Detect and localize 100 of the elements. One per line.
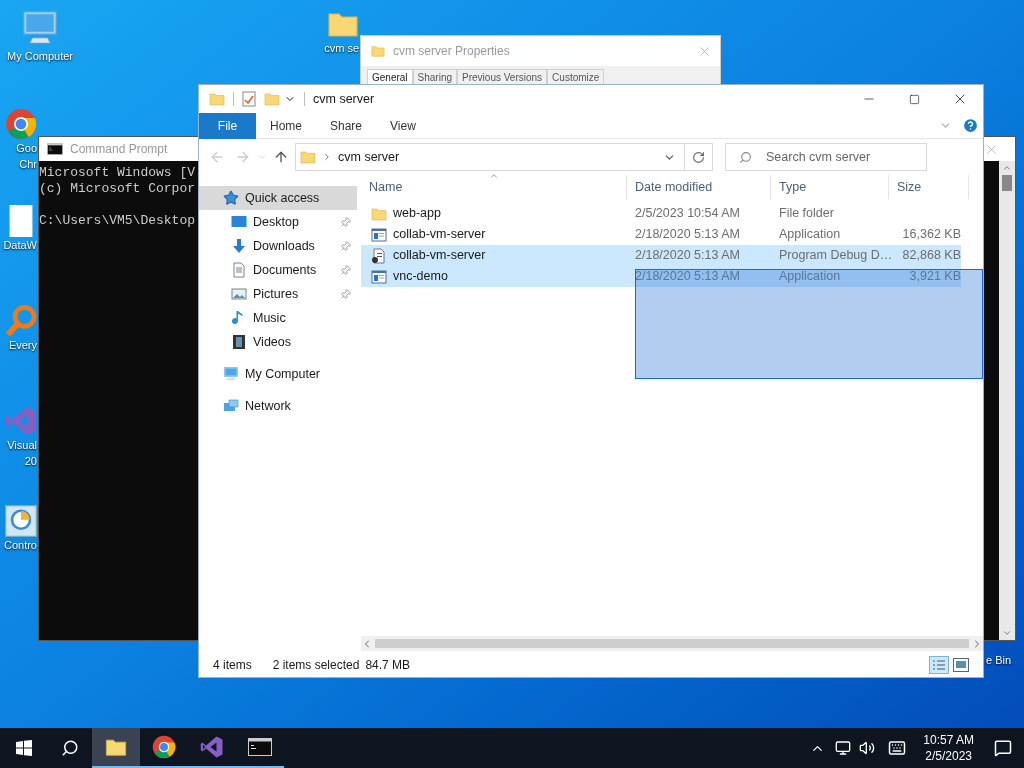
folder-icon [371, 44, 385, 58]
file-row[interactable]: collab-vm-server 2/18/2020 5:13 AM Application 16,362 KB [361, 224, 961, 245]
chrome-shortcut-icon [5, 108, 37, 140]
picture-frame-icon [231, 286, 247, 302]
magnifier-icon [5, 305, 37, 337]
clock-time[interactable]: 10:57 AM [923, 732, 974, 748]
network-icon[interactable] [835, 740, 852, 756]
type-cell-text: Application [778, 268, 842, 286]
dialog-tab[interactable]: Sharing [412, 69, 458, 84]
scroll-thumb[interactable] [1002, 175, 1012, 191]
thumbnail-view-icon[interactable] [953, 658, 969, 672]
nav-item[interactable]: Downloads [199, 234, 357, 258]
nav-item[interactable]: Videos [199, 330, 357, 354]
terminal-icon [248, 738, 272, 756]
item-count: 4 items [213, 657, 252, 674]
help-icon[interactable] [962, 117, 979, 134]
application-icon [371, 268, 387, 285]
desktop-icon-label[interactable]: e Bin [986, 652, 1012, 668]
computer-icon [223, 366, 239, 382]
vertical-scrollbar[interactable] [999, 161, 1015, 640]
nav-item[interactable]: Music [199, 306, 357, 330]
file-row[interactable]: collab-vm-server 2/18/2020 5:13 AM Program Debug D… 82,868 KB [361, 245, 961, 266]
nav-item[interactable]: Quick access [199, 186, 357, 210]
dialog-tab[interactable]: Customize [547, 69, 605, 84]
folder-icon [104, 736, 128, 758]
size-cell-text: 16,362 KB [901, 226, 961, 244]
dialog-tab[interactable]: General [367, 69, 413, 84]
search-icon[interactable] [61, 739, 79, 757]
nav-item[interactable]: Network [199, 394, 357, 418]
star-icon [223, 190, 239, 206]
date-cell-text: 2/18/2020 5:13 AM [634, 226, 741, 244]
studio-shortcut-icon [5, 405, 37, 437]
console-line: Microsoft Windows [V [39, 165, 196, 181]
selection-count: 2 items selected [272, 657, 360, 674]
file-name: vnc-demo [393, 268, 448, 286]
ribbon-tab[interactable]: View [376, 112, 430, 139]
console-line: (c) Microsoft Corpor [39, 181, 196, 197]
properties-check-icon[interactable] [242, 91, 256, 107]
folder-icon [371, 205, 387, 222]
size-cell-text: 82,868 KB [901, 247, 961, 265]
file-name: collab-vm-server [393, 226, 486, 244]
column-header[interactable]: Size [889, 175, 969, 199]
clock-date[interactable]: 2/5/2023 [925, 748, 972, 764]
taskbar-app[interactable] [92, 728, 140, 768]
volume-icon[interactable] [859, 740, 876, 756]
breadcrumb-chevron-icon [322, 152, 332, 162]
folder-icon [209, 91, 225, 107]
type-cell-text: Application [778, 226, 842, 244]
folder-icon [300, 149, 316, 165]
date-cell-text: 2/18/2020 5:13 AM [634, 247, 741, 265]
file-row[interactable]: vnc-demo 2/18/2020 5:13 AM Application 3,921 KB [361, 266, 961, 287]
desktop-icon [231, 214, 247, 230]
horizontal-scrollbar[interactable] [361, 636, 983, 651]
breadcrumb-item[interactable]: cvm server [338, 147, 400, 167]
column-header[interactable]: Type [771, 175, 889, 199]
desktop-icon-label[interactable]: Contro [3, 537, 37, 553]
windows-logo-icon[interactable] [16, 740, 32, 756]
document-icon [231, 262, 247, 278]
up-icon[interactable] [273, 149, 289, 165]
ribbon-tab[interactable]: Share [316, 112, 377, 139]
type-cell-text: Program Debug D… [778, 247, 889, 265]
scroll-thumb[interactable] [375, 639, 969, 648]
application-icon [371, 226, 387, 243]
nav-item[interactable]: Pictures [199, 282, 357, 306]
new-folder-icon [264, 91, 280, 107]
window-title: Command Prompt [70, 141, 168, 158]
address-bar[interactable]: cvm server [295, 143, 713, 171]
date-cell-text: 2/5/2023 10:54 AM [634, 205, 741, 223]
date-cell-text: 2/18/2020 5:13 AM [634, 268, 741, 286]
dialog-title: cvm server Properties [393, 43, 511, 60]
nav-item[interactable]: My Computer [199, 362, 357, 386]
type-cell-text: File folder [778, 205, 835, 223]
column-header[interactable]: Name [361, 175, 627, 199]
maximize-icon[interactable] [909, 93, 920, 105]
file-row[interactable]: web-app 2/5/2023 10:54 AM File folder [361, 203, 961, 224]
chrome-logo-icon [152, 735, 176, 759]
down-arrow-icon [231, 238, 247, 254]
network-icon [223, 398, 239, 414]
column-header[interactable]: Date modified [627, 175, 771, 199]
file-name: collab-vm-server [393, 247, 486, 265]
scroll-down-icon[interactable] [1002, 628, 1012, 638]
dialog-tab[interactable]: Previous Versions [457, 69, 548, 84]
film-icon [231, 334, 247, 350]
nav-item[interactable]: Desktop [199, 210, 357, 234]
refresh-icon[interactable] [692, 150, 705, 164]
nav-item[interactable]: Documents [199, 258, 357, 282]
document-gear-icon [371, 247, 387, 264]
sort-caret-icon [488, 171, 499, 181]
notifications-icon[interactable] [994, 739, 1012, 757]
selection-size: 84.7 MB [365, 657, 411, 674]
console-prompt: C:\Users\VM5\Desktop [39, 213, 196, 229]
window-title: cvm server [313, 90, 376, 108]
terminal-icon [47, 143, 63, 155]
studio-logo-icon [200, 735, 224, 759]
file-name: web-app [393, 205, 441, 223]
search-field[interactable]: Search cvm server [725, 143, 927, 171]
ribbon-tab[interactable]: Home [256, 112, 316, 139]
file-menu-button[interactable]: File [199, 112, 256, 139]
scroll-up-icon[interactable] [1002, 163, 1012, 173]
control-panel-icon [5, 505, 37, 537]
